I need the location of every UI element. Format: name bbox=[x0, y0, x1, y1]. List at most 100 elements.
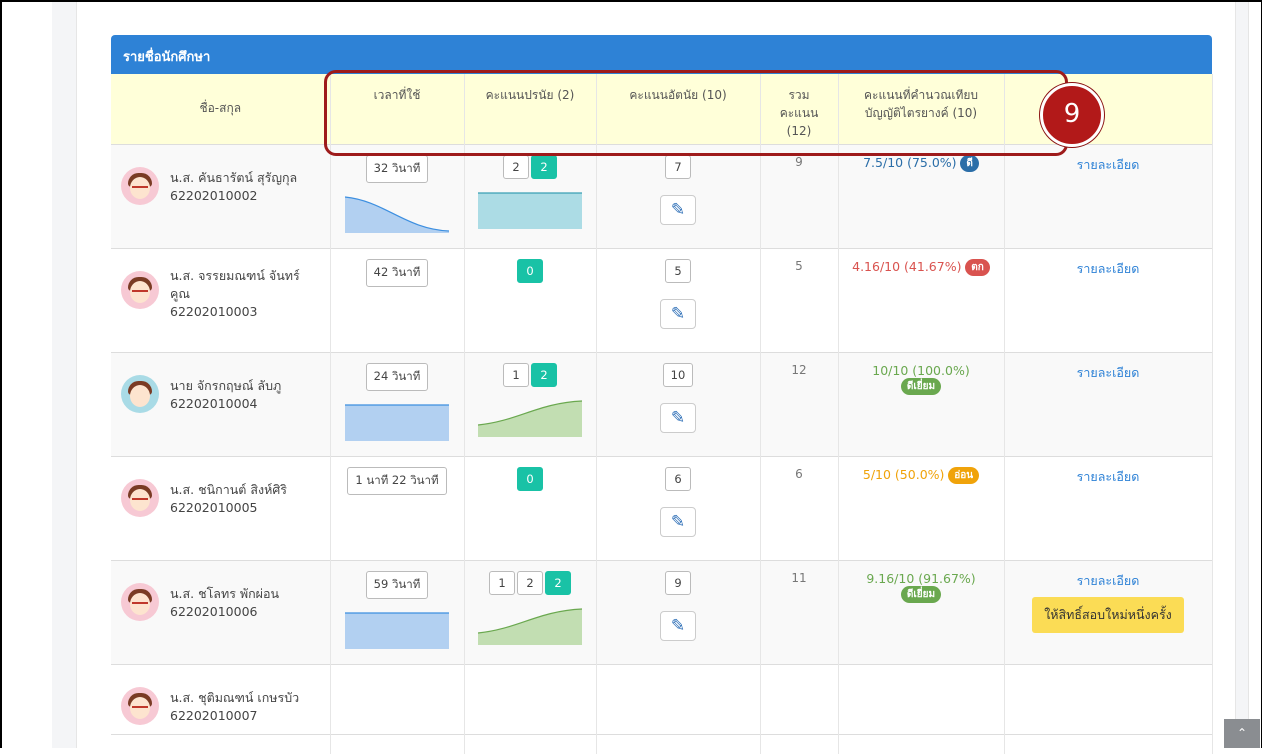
student-name-line2: 62202010007 bbox=[170, 707, 258, 723]
time-cell: 32 วินาที bbox=[330, 143, 465, 248]
edit-icon: ✎ bbox=[670, 407, 686, 428]
attempt-score-box: 2 bbox=[545, 570, 571, 595]
subjective-cell: 6 ✎ bbox=[596, 455, 761, 560]
detail-link[interactable]: รายละเอียด bbox=[1077, 365, 1140, 380]
attempt-score-box: 0 bbox=[517, 466, 543, 491]
grade-badge: ดีเยี่ยม bbox=[900, 377, 942, 395]
edit-score-button[interactable]: ✎ bbox=[660, 610, 696, 641]
subjective-score-box: 6 bbox=[665, 466, 691, 491]
time-cell: 1 นาที 22 วินาที bbox=[330, 455, 465, 560]
card-header: รายชื่อนักศึกษา bbox=[111, 35, 1212, 74]
objective-cell: 0 bbox=[464, 455, 597, 560]
girl-avatar bbox=[121, 686, 159, 725]
girl-avatar bbox=[121, 582, 159, 621]
table-row: น.ส. ชนิกานต์ สิงห์ศิริ 62202010005 1 นาที… bbox=[111, 455, 1213, 560]
empty-cell bbox=[330, 733, 465, 754]
subjective-cell: 5 ✎ bbox=[596, 247, 761, 352]
calc-cell: 7.5/10 (75.0%) ดี bbox=[838, 143, 1005, 248]
empty-cell bbox=[838, 733, 1005, 754]
edit-icon: ✎ bbox=[670, 615, 686, 636]
attempt-score-box: 2 bbox=[517, 570, 543, 595]
edit-score-button[interactable]: ✎ bbox=[660, 298, 696, 329]
empty-cell bbox=[464, 663, 597, 734]
total-cell: 11 bbox=[760, 559, 839, 664]
students-table: ชื่อ-สกุล เวลาที่ใช้ คะแนนปรนัย (2) คะแน… bbox=[111, 74, 1213, 754]
sparkline-chart bbox=[478, 607, 582, 645]
empty-cell bbox=[760, 733, 839, 754]
sparkline-chart bbox=[345, 403, 449, 441]
subjective-cell: 10 ✎ bbox=[596, 351, 761, 456]
attempt-score-box: 0 bbox=[517, 258, 543, 283]
subjective-score-box: 5 bbox=[665, 258, 691, 283]
calc-cell: 5/10 (50.0%) อ่อน bbox=[838, 455, 1005, 560]
student-name-line1: น.ส. คันธารัตน์ สุรัญกุล bbox=[170, 169, 298, 185]
empty-cell bbox=[838, 663, 1005, 734]
empty-cell bbox=[111, 733, 331, 754]
scrollbar-track[interactable] bbox=[1248, 2, 1261, 748]
calc-cell: 4.16/10 (41.67%) ตก bbox=[838, 247, 1005, 352]
subjective-cell: 7 ✎ bbox=[596, 143, 761, 248]
total-cell: 5 bbox=[760, 247, 839, 352]
grant-retry-button[interactable]: ให้สิทธิ์สอบใหม่หนึ่งครั้ง bbox=[1032, 596, 1184, 633]
student-name-line2: 62202010005 bbox=[170, 499, 258, 515]
total-cell: 9 bbox=[760, 143, 839, 248]
student-name-line3: 62202010003 bbox=[170, 303, 258, 319]
name-cell: น.ส. จรรยมณฑน์ จันทร์คูณ 62202010003 bbox=[111, 247, 331, 352]
total-cell: 6 bbox=[760, 455, 839, 560]
subjective-score-box: 7 bbox=[665, 154, 691, 179]
student-name-line2: 62202010002 bbox=[170, 187, 258, 203]
actions-cell: รายละเอียด bbox=[1004, 351, 1213, 456]
time-used-box: 59 วินาที bbox=[365, 570, 429, 599]
attempt-score-box: 2 bbox=[531, 362, 557, 387]
time-cell: 59 วินาที bbox=[330, 559, 465, 664]
student-name: น.ส. ชนิกานต์ สิงห์ศิริ 62202010005 bbox=[170, 481, 320, 517]
empty-cell bbox=[464, 733, 597, 754]
student-name-line1: นาย จักรกฤษณ์ ลับภู bbox=[170, 377, 282, 393]
student-name-line2: คูณ bbox=[170, 285, 190, 301]
empty-cell bbox=[1004, 733, 1213, 754]
actions-cell: รายละเอียด bbox=[1004, 143, 1213, 248]
subjective-cell: 9 ✎ bbox=[596, 559, 761, 664]
girl-avatar bbox=[121, 166, 159, 205]
actions-cell: รายละเอียด bbox=[1004, 455, 1213, 560]
edit-score-button[interactable]: ✎ bbox=[660, 506, 696, 537]
grade-badge: อ่อน bbox=[948, 466, 980, 484]
objective-cell: 122 bbox=[464, 559, 597, 664]
detail-link[interactable]: รายละเอียด bbox=[1077, 469, 1140, 484]
calc-cell: 10/10 (100.0%) ดีเยี่ยม bbox=[838, 351, 1005, 456]
student-name: น.ส. จรรยมณฑน์ จันทร์คูณ 62202010003 bbox=[170, 267, 320, 321]
attempt-score-box: 1 bbox=[489, 570, 515, 595]
empty-cell bbox=[596, 663, 761, 734]
name-cell: น.ส. ชโลทร พักผ่อน 62202010006 bbox=[111, 559, 331, 664]
name-cell: น.ส. คันธารัตน์ สุรัญกุล 62202010002 bbox=[111, 143, 331, 248]
empty-cell bbox=[760, 663, 839, 734]
name-cell: น.ส. ชนิกานต์ สิงห์ศิริ 62202010005 bbox=[111, 455, 331, 560]
step-marker: 9 bbox=[1040, 83, 1104, 147]
highlight-box bbox=[324, 70, 1068, 156]
detail-link[interactable]: รายละเอียด bbox=[1077, 157, 1140, 172]
student-name-line2: 62202010004 bbox=[170, 395, 258, 411]
table-row bbox=[111, 733, 1213, 754]
calc-cell: 9.16/10 (91.67%) ดีเยี่ยม bbox=[838, 559, 1005, 664]
time-used-box: 1 นาที 22 วินาที bbox=[347, 466, 447, 495]
girl-avatar bbox=[121, 478, 159, 517]
edit-score-button[interactable]: ✎ bbox=[660, 402, 696, 433]
table-row: น.ส. คันธารัตน์ สุรัญกุล 62202010002 32 วิ… bbox=[111, 143, 1213, 248]
scroll-to-top-button[interactable]: ⌃ bbox=[1224, 719, 1260, 748]
calc-score: 4.16/10 (41.67%) bbox=[852, 258, 962, 274]
sparkline-chart bbox=[478, 399, 582, 437]
edit-score-button[interactable]: ✎ bbox=[660, 194, 696, 225]
detail-link[interactable]: รายละเอียด bbox=[1077, 573, 1140, 588]
student-name: น.ส. ชุติมณฑน์ เกษรบัว 62202010007 bbox=[170, 689, 320, 725]
name-cell: นาย จักรกฤษณ์ ลับภู 62202010004 bbox=[111, 351, 331, 456]
edit-icon: ✎ bbox=[670, 199, 686, 220]
detail-link[interactable]: รายละเอียด bbox=[1077, 261, 1140, 276]
time-used-box: 24 วินาที bbox=[365, 362, 429, 391]
student-name-line2: 62202010006 bbox=[170, 603, 258, 619]
sparkline-chart bbox=[345, 195, 449, 233]
edit-icon: ✎ bbox=[670, 511, 686, 532]
name-cell: น.ส. ชุติมณฑน์ เกษรบัว 62202010007 bbox=[111, 663, 331, 734]
girl-avatar bbox=[121, 270, 159, 309]
student-name-line1: น.ส. จรรยมณฑน์ จันทร์ bbox=[170, 267, 300, 283]
student-name: น.ส. ชโลทร พักผ่อน 62202010006 bbox=[170, 585, 320, 621]
